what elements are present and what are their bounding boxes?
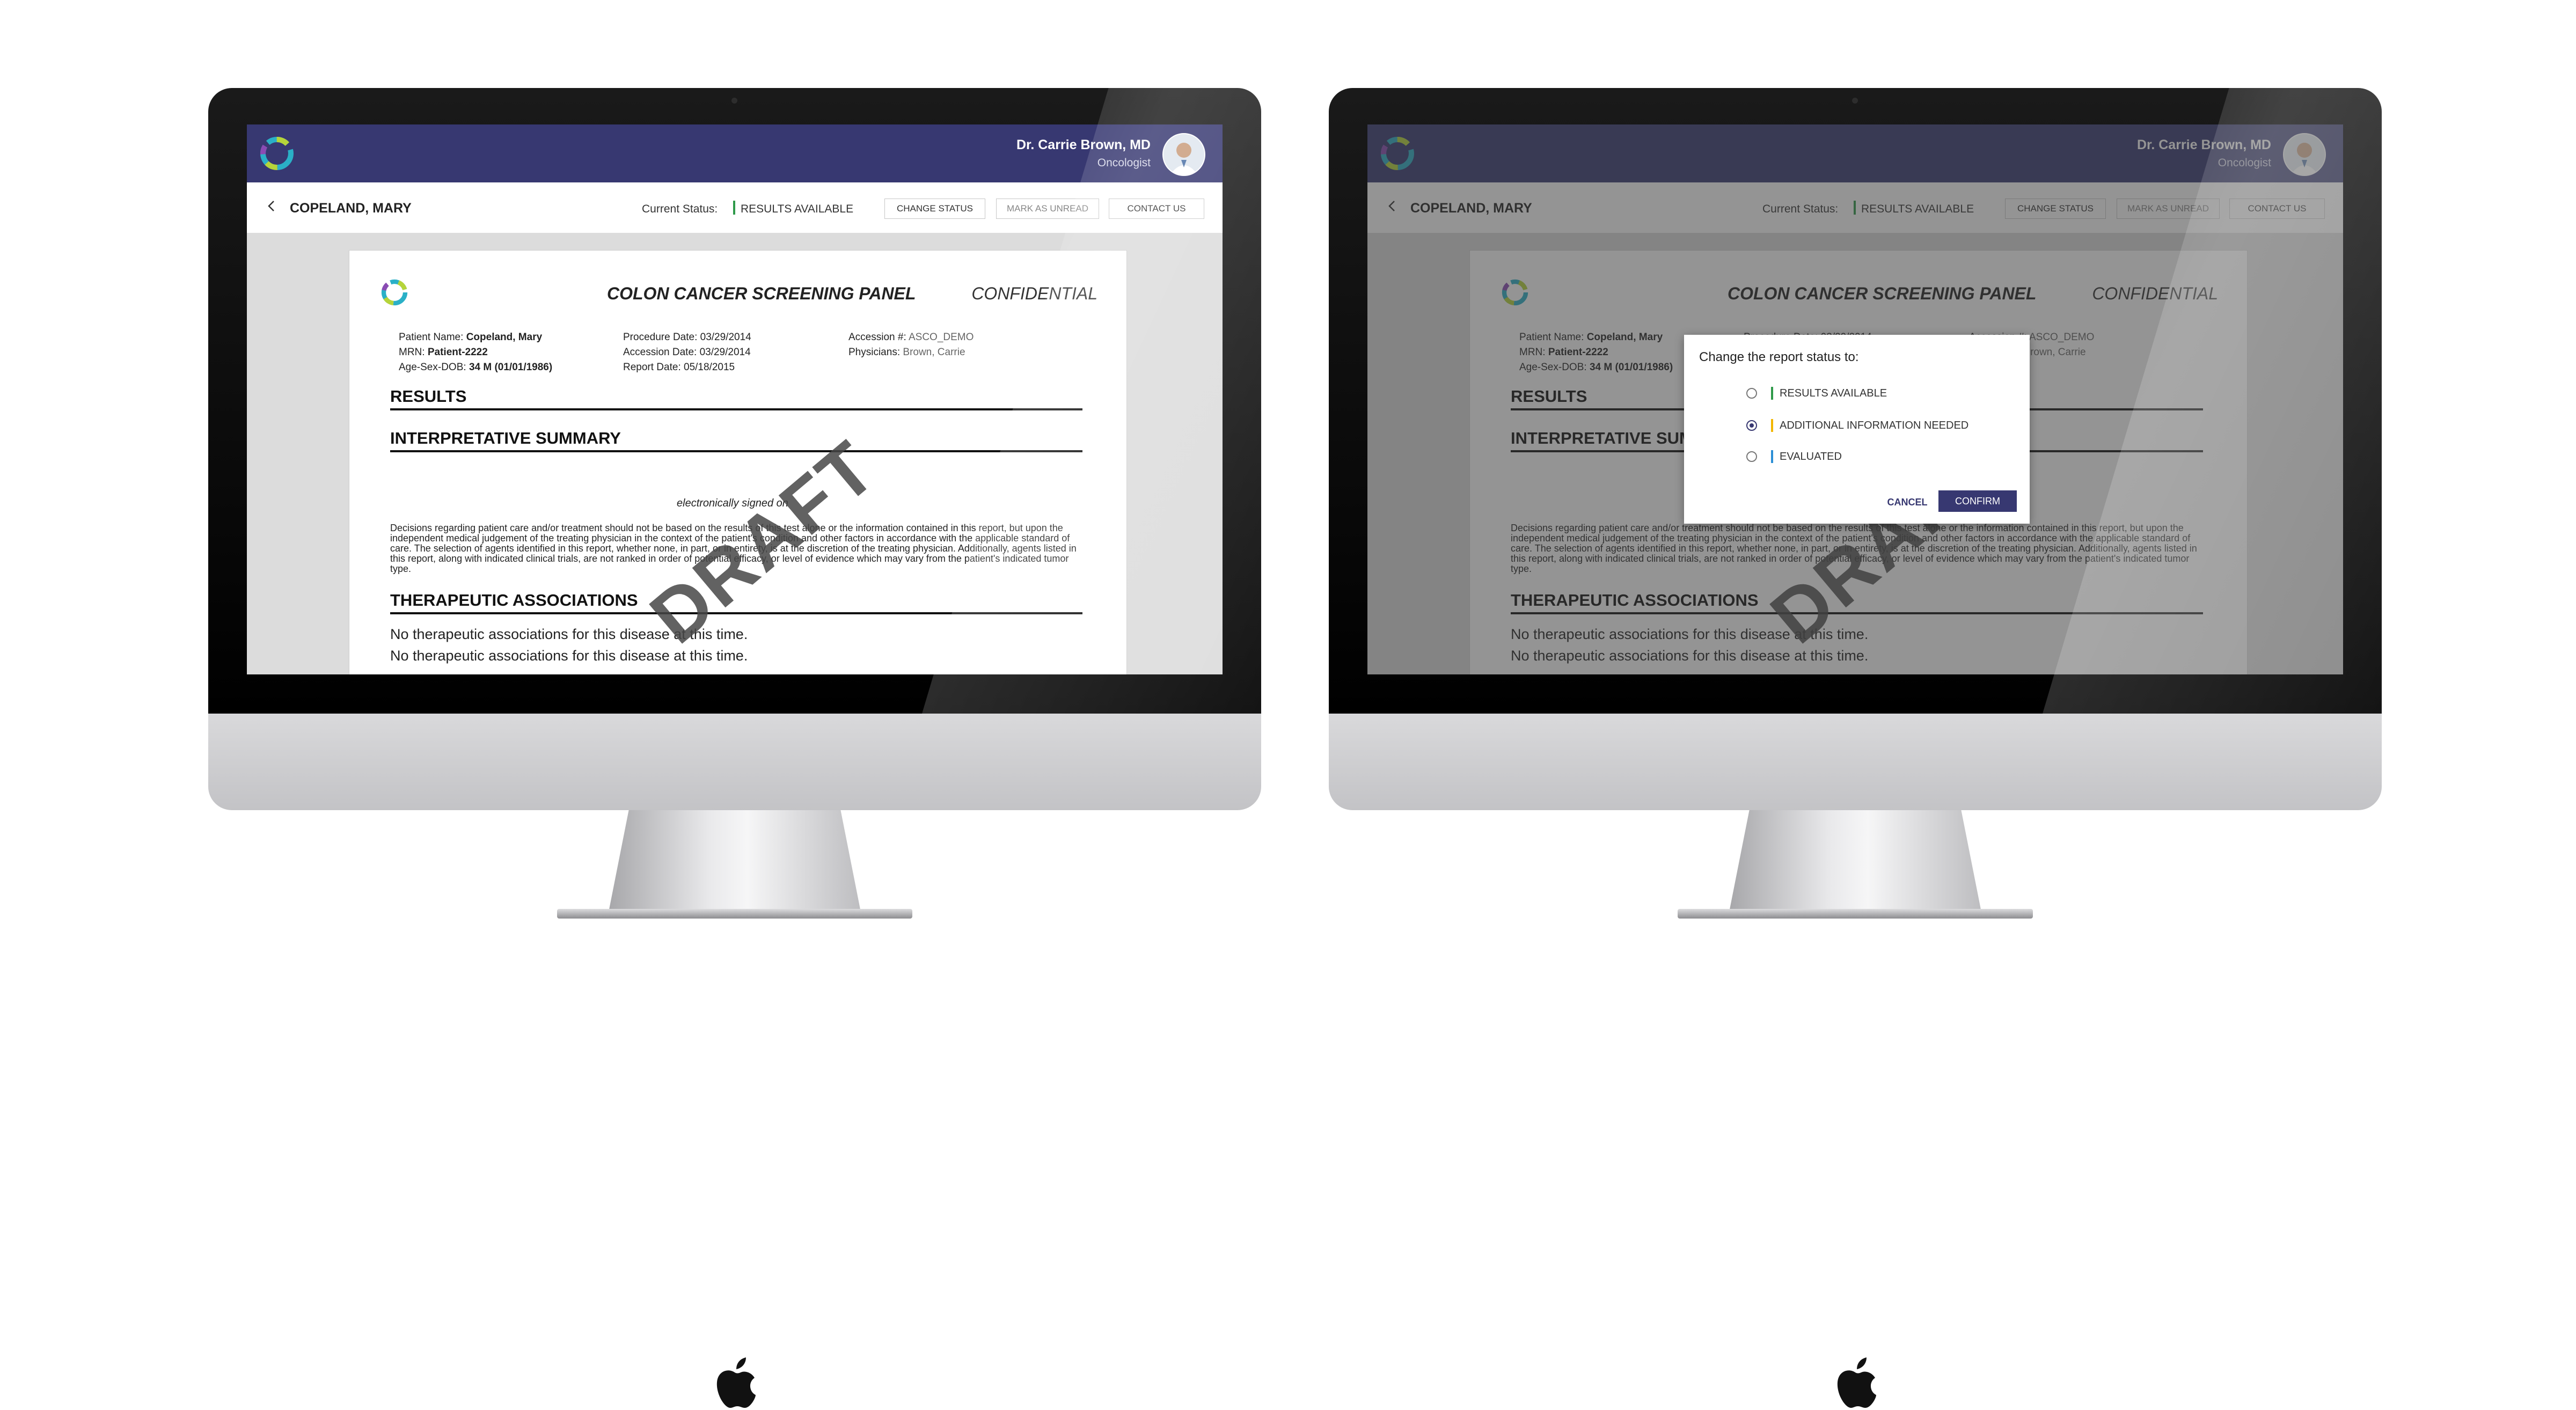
age-label: Age-Sex-DOB: [399, 362, 466, 373]
accession-label: Accession #: [848, 332, 906, 343]
monitor-bezel: Dr. Carrie Brown, MD Oncologist COPELAND… [1329, 88, 2382, 714]
imac-right: Dr. Carrie Brown, MD Oncologist COPELAND… [1329, 88, 2382, 1408]
radio-button[interactable] [1746, 388, 1757, 399]
cancel-button[interactable]: CANCEL [1883, 493, 1932, 512]
screen: Dr. Carrie Brown, MD Oncologist COPELAND… [1367, 124, 2343, 674]
patient-info: Patient Name: Copeland, Mary MRN: Patien… [399, 330, 552, 375]
monitor-stand [609, 810, 861, 912]
procedure-date: Procedure Date: 03/29/2014 [623, 332, 751, 343]
mark-as-unread-button[interactable]: MARK AS UNREAD [996, 199, 1099, 219]
option-label: EVALUATED [1780, 450, 1842, 462]
report-title: COLON CANCER SCREENING PANEL [607, 284, 916, 303]
age: 34 M (01/01/1986) [469, 362, 553, 373]
confidential-label: CONFIDENTIAL [971, 284, 1097, 303]
status-color-bar [1771, 387, 1773, 400]
radio-button[interactable] [1746, 451, 1757, 462]
sub-header: COPELAND, MARY Current Status: RESULTS A… [247, 182, 1223, 233]
app-logo-icon[interactable] [258, 134, 296, 173]
status-color-bar [1771, 419, 1773, 432]
mrn-label: MRN: [399, 347, 425, 358]
radio-button-selected[interactable] [1746, 420, 1757, 431]
status-option-results-available[interactable]: RESULTS AVAILABLE [1746, 385, 1887, 401]
physicians: Brown, Carrie [903, 347, 965, 358]
monitor-foot [1678, 909, 2033, 919]
imac-left: Dr. Carrie Brown, MD Oncologist COPELAND… [208, 88, 1261, 1408]
patient-name-label: Patient Name: [399, 332, 464, 343]
mrn: Patient-2222 [427, 347, 488, 358]
accession-info: Accession #: ASCO_DEMO Physicians: Brown… [848, 330, 974, 360]
change-status-dialog: Change the report status to: RESULTS AVA… [1684, 335, 2030, 524]
status-indicator [733, 201, 735, 215]
change-status-button[interactable]: CHANGE STATUS [884, 199, 985, 219]
monitor-chin [208, 714, 1261, 1408]
user-name: Dr. Carrie Brown, MD [1016, 137, 1151, 152]
option-label: RESULTS AVAILABLE [1780, 387, 1887, 399]
camera [731, 98, 737, 104]
apple-logo-icon [1837, 1357, 1876, 1408]
results-heading: RESULTS [390, 387, 1082, 410]
summary-heading: INTERPRETATIVE SUMMARY [390, 429, 1082, 452]
report-logo-icon [381, 279, 408, 306]
apple-logo-icon [716, 1357, 756, 1408]
accession-date: Accession Date: 03/29/2014 [623, 347, 751, 358]
app-header: Dr. Carrie Brown, MD Oncologist [247, 124, 1223, 182]
status-option-additional-info[interactable]: ADDITIONAL INFORMATION NEEDED [1746, 417, 1968, 434]
accession: ASCO_DEMO [908, 332, 974, 343]
dates-info: Procedure Date: 03/29/2014 Accession Dat… [623, 330, 751, 375]
status-color-bar [1771, 450, 1773, 463]
camera [1852, 98, 1858, 104]
report-date: Report Date: 05/18/2015 [623, 362, 735, 373]
confirm-button[interactable]: CONFIRM [1938, 490, 2017, 512]
status-label: Current Status: [642, 203, 718, 215]
monitor-stand [1729, 810, 1981, 912]
user-role: Oncologist [1097, 157, 1151, 169]
patient-title: COPELAND, MARY [290, 201, 412, 216]
screen: Dr. Carrie Brown, MD Oncologist COPELAND… [247, 124, 1223, 674]
monitor-foot [557, 909, 912, 919]
physicians-label: Physicians: [848, 347, 901, 358]
status-option-evaluated[interactable]: EVALUATED [1746, 449, 1842, 465]
option-label: ADDITIONAL INFORMATION NEEDED [1780, 419, 1969, 431]
patient-name: Copeland, Mary [466, 332, 543, 343]
status-value: RESULTS AVAILABLE [741, 203, 854, 215]
monitor-chin [1329, 714, 2382, 1408]
monitor-bezel: Dr. Carrie Brown, MD Oncologist COPELAND… [208, 88, 1261, 714]
report-document: COLON CANCER SCREENING PANEL CONFIDENTIA… [349, 250, 1127, 674]
contact-us-button[interactable]: CONTACT US [1109, 199, 1204, 219]
avatar[interactable] [1162, 133, 1205, 176]
dialog-title: Change the report status to: [1699, 350, 1859, 364]
avatar-image-icon [1163, 134, 1204, 175]
back-chevron-icon[interactable] [265, 200, 278, 212]
